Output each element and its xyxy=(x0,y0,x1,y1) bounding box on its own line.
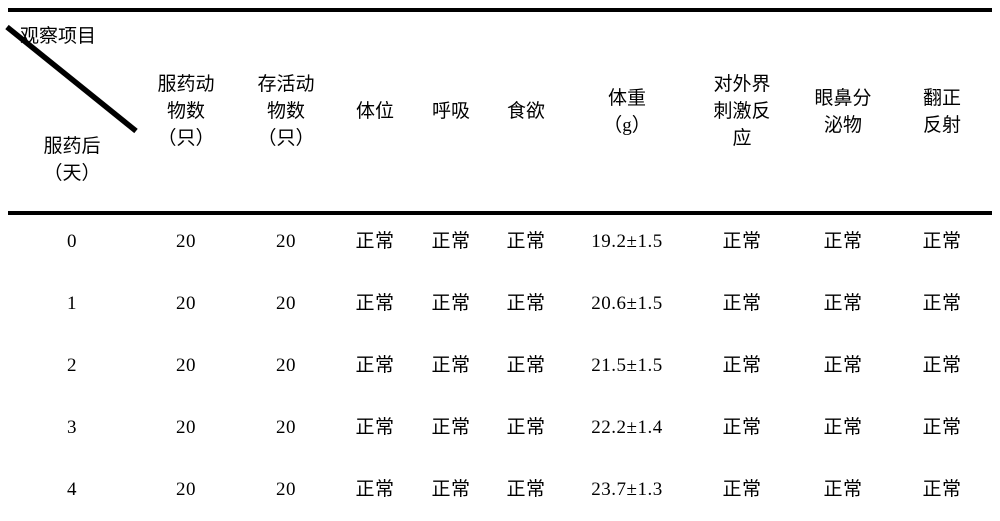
cell-surviving-count: 20 xyxy=(276,354,296,376)
toxicity-observation-table: 观察项目 服药后 （天） 服药动 物数 （只） 存活动 物数 （只） 体位 呼吸… xyxy=(8,14,992,521)
cell-righting-reflex: 正常 xyxy=(922,354,962,376)
corner-bottom-label-line1: 服药后 xyxy=(43,136,101,157)
cell-eye-nose-secretion: 正常 xyxy=(823,478,863,500)
column-header-surviving-count-line1: 存活动 xyxy=(257,74,315,96)
cell-body-weight: 23.7±1.3 xyxy=(591,478,663,500)
cell-surviving-count: 20 xyxy=(276,416,296,438)
cell-body-weight: 21.5±1.5 xyxy=(591,354,663,376)
cell-respiration: 正常 xyxy=(431,292,471,314)
column-header-surviving-count-line2: 物数 xyxy=(266,101,305,123)
cell-body-weight: 22.2±1.4 xyxy=(591,416,663,438)
table-top-rule xyxy=(8,8,992,12)
column-header-body-weight: 体重 （g） xyxy=(564,14,690,211)
cell-respiration: 正常 xyxy=(431,230,471,252)
table-row: 4 20 20 正常 正常 正常 23.7±1.3 正常 正常 正常 xyxy=(8,459,992,521)
cell-surviving-count: 20 xyxy=(276,478,296,500)
cell-stimulus-response: 正常 xyxy=(722,478,762,500)
cell-appetite: 正常 xyxy=(506,230,546,252)
cell-respiration: 正常 xyxy=(431,478,471,500)
table-body: 0 20 20 正常 正常 正常 19.2±1.5 正常 正常 正常 1 20 … xyxy=(8,211,992,521)
cell-dosed-count: 20 xyxy=(176,354,196,376)
cell-dosed-count: 20 xyxy=(176,230,196,252)
table-row: 1 20 20 正常 正常 正常 20.6±1.5 正常 正常 正常 xyxy=(8,273,992,335)
cell-dosed-count: 20 xyxy=(176,416,196,438)
column-header-respiration-line1: 呼吸 xyxy=(431,101,470,123)
cell-posture: 正常 xyxy=(355,292,395,314)
cell-respiration: 正常 xyxy=(431,354,471,376)
cell-body-weight: 20.6±1.5 xyxy=(591,292,663,314)
cell-righting-reflex: 正常 xyxy=(922,416,962,438)
cell-surviving-count: 20 xyxy=(276,292,296,314)
table-row: 3 20 20 正常 正常 正常 22.2±1.4 正常 正常 正常 xyxy=(8,397,992,459)
cell-dosed-count: 20 xyxy=(176,292,196,314)
column-header-surviving-count: 存活动 物数 （只） xyxy=(236,14,336,211)
corner-top-label: 观察项目 xyxy=(20,26,97,47)
cell-eye-nose-secretion: 正常 xyxy=(823,354,863,376)
column-header-righting-reflex-line1: 翻正 xyxy=(922,87,961,109)
column-header-posture: 体位 xyxy=(336,14,414,211)
cell-dosed-count: 20 xyxy=(176,478,196,500)
corner-bottom-label-line2: （天） xyxy=(43,162,101,184)
column-header-righting-reflex: 翻正 反射 xyxy=(892,14,992,211)
cell-stimulus-response: 正常 xyxy=(722,354,762,376)
column-header-posture-line1: 体位 xyxy=(355,101,394,123)
cell-stimulus-response: 正常 xyxy=(722,292,762,314)
cell-posture: 正常 xyxy=(355,354,395,376)
column-header-respiration: 呼吸 xyxy=(414,14,488,211)
cell-stimulus-response: 正常 xyxy=(722,416,762,438)
cell-appetite: 正常 xyxy=(506,354,546,376)
cell-day: 3 xyxy=(67,416,77,438)
cell-righting-reflex: 正常 xyxy=(922,478,962,500)
header-corner-cell: 观察项目 服药后 （天） xyxy=(8,14,136,211)
cell-posture: 正常 xyxy=(355,416,395,438)
cell-posture: 正常 xyxy=(355,478,395,500)
column-header-stimulus-response-line1: 对外界 xyxy=(713,74,771,96)
column-header-stimulus-response-line2: 刺激反 xyxy=(713,101,771,123)
document-page: 观察项目 服药后 （天） 服药动 物数 （只） 存活动 物数 （只） 体位 呼吸… xyxy=(0,0,1000,513)
column-header-dosed-count-line1: 服药动 xyxy=(157,74,215,96)
column-header-eye-nose-secretion-line1: 眼鼻分 xyxy=(814,87,872,109)
cell-righting-reflex: 正常 xyxy=(922,292,962,314)
corner-bottom-label: 服药后 （天） xyxy=(8,134,136,188)
column-header-body-weight-line2: （g） xyxy=(603,114,651,136)
column-header-appetite: 食欲 xyxy=(488,14,564,211)
table-row: 2 20 20 正常 正常 正常 21.5±1.5 正常 正常 正常 xyxy=(8,335,992,397)
cell-day: 0 xyxy=(67,230,77,252)
column-header-dosed-count-line3: （只） xyxy=(157,127,215,149)
column-header-stimulus-response: 对外界 刺激反 应 xyxy=(690,14,794,211)
cell-eye-nose-secretion: 正常 xyxy=(823,292,863,314)
cell-righting-reflex: 正常 xyxy=(922,230,962,252)
column-header-eye-nose-secretion: 眼鼻分 泌物 xyxy=(794,14,892,211)
column-header-appetite-line1: 食欲 xyxy=(506,101,545,123)
cell-eye-nose-secretion: 正常 xyxy=(823,230,863,252)
cell-posture: 正常 xyxy=(355,230,395,252)
cell-day: 2 xyxy=(67,354,77,376)
column-header-dosed-count-line2: 物数 xyxy=(166,101,205,123)
table-row: 0 20 20 正常 正常 正常 19.2±1.5 正常 正常 正常 xyxy=(8,211,992,273)
cell-eye-nose-secretion: 正常 xyxy=(823,416,863,438)
cell-stimulus-response: 正常 xyxy=(722,230,762,252)
table-header-row: 观察项目 服药后 （天） 服药动 物数 （只） 存活动 物数 （只） 体位 呼吸… xyxy=(8,14,992,211)
column-header-dosed-count: 服药动 物数 （只） xyxy=(136,14,236,211)
cell-appetite: 正常 xyxy=(506,478,546,500)
cell-day: 1 xyxy=(67,292,77,314)
column-header-body-weight-line1: 体重 xyxy=(607,87,646,109)
cell-body-weight: 19.2±1.5 xyxy=(591,230,663,252)
column-header-righting-reflex-line2: 反射 xyxy=(922,114,961,136)
column-header-surviving-count-line3: （只） xyxy=(257,127,315,149)
cell-day: 4 xyxy=(67,478,77,500)
cell-surviving-count: 20 xyxy=(276,230,296,252)
cell-respiration: 正常 xyxy=(431,416,471,438)
cell-appetite: 正常 xyxy=(506,416,546,438)
cell-appetite: 正常 xyxy=(506,292,546,314)
column-header-eye-nose-secretion-line2: 泌物 xyxy=(823,114,862,136)
column-header-stimulus-response-line3: 应 xyxy=(732,127,752,149)
